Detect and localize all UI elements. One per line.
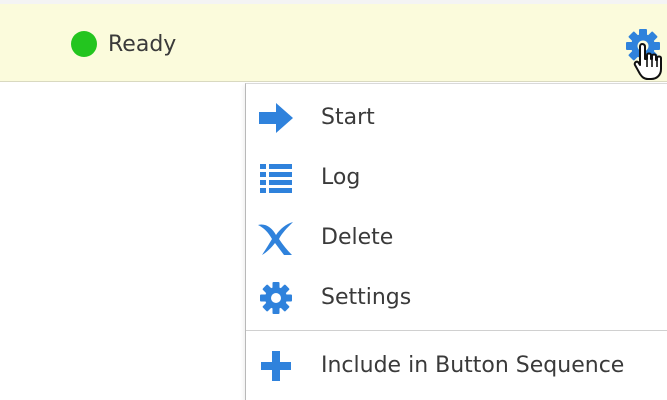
status-bar: Ready [0,4,667,82]
list-icon [260,164,292,193]
menu-item-delete[interactable]: Delete [246,208,667,268]
menu-item-label: Delete [321,225,394,250]
menu-item-include-in-button-sequence[interactable]: Include in Button Sequence [246,336,667,396]
status-dot-icon [71,31,97,57]
menu-item-start[interactable]: Start [246,88,667,148]
hand-pointer-cursor-icon [633,43,662,80]
menu-divider [246,330,667,331]
delete-x-icon [258,222,293,255]
menu-item-settings[interactable]: Settings [246,268,667,328]
gear-icon [260,282,292,314]
context-menu: Start Log Delete Settings Include in But… [245,83,667,400]
plus-icon [261,351,291,381]
menu-item-label: Include in Button Sequence [321,353,625,378]
menu-item-log[interactable]: Log [246,148,667,208]
menu-item-label: Settings [321,285,412,310]
menu-item-label: Log [321,165,361,190]
arrow-right-icon [259,103,293,133]
menu-item-label: Start [321,105,375,130]
status-label: Ready [108,32,177,57]
